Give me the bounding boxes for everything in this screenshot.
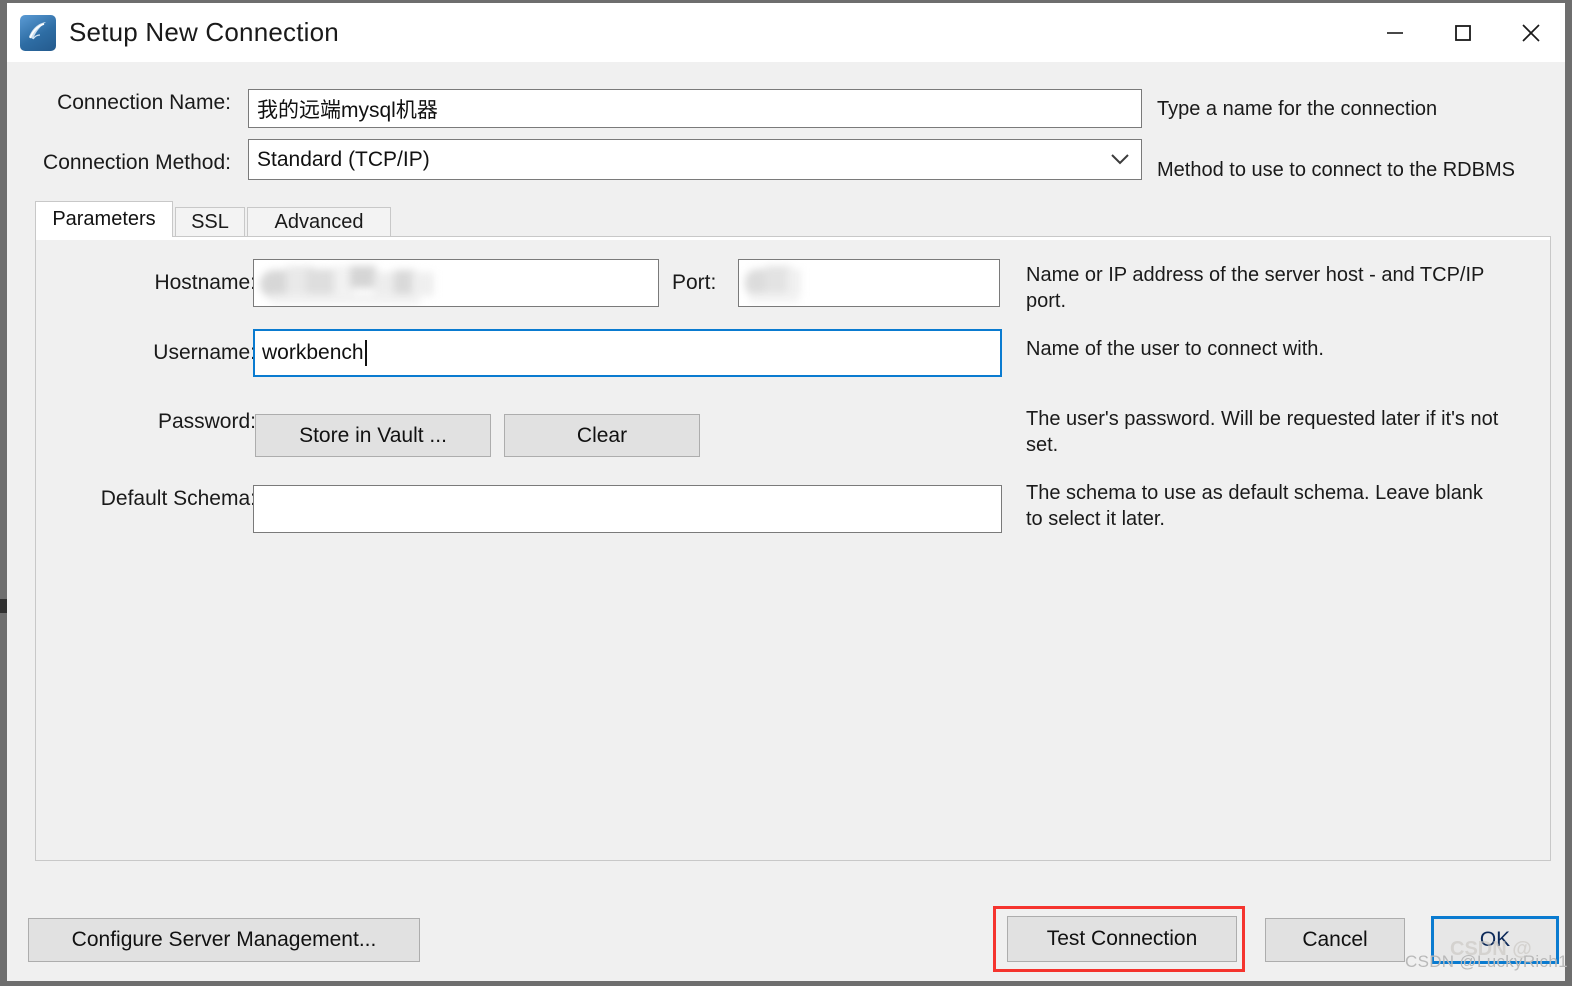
minimize-button[interactable] [1361,3,1429,62]
tab-strip: Parameters SSL Advanced [35,201,1551,237]
setup-new-connection-dialog: Setup New Connection Connection Name: 我的… [0,0,1572,986]
username-hint: Name of the user to connect with. [1026,338,1324,360]
username-label: Username: [153,341,256,364]
tab-parameters[interactable]: Parameters [35,201,173,237]
connection-name-hint: Type a name for the connection [1157,98,1438,120]
connection-name-input[interactable]: 我的远端mysql机器 [248,89,1142,128]
close-button[interactable] [1497,3,1565,62]
connection-method-value: Standard (TCP/IP) [257,147,430,171]
username-value: workbench [262,341,364,364]
configure-server-management-button[interactable]: Configure Server Management... [28,918,420,962]
test-connection-button[interactable]: Test Connection [1007,916,1237,962]
cancel-button[interactable]: Cancel [1265,918,1405,962]
watermark-text: CSDN @LuckyRich1 [1405,952,1568,971]
default-schema-label: Default Schema: [100,487,256,510]
hostname-hint: Name or IP address of the server host - … [1026,264,1484,312]
hostname-label: Hostname: [154,271,256,294]
port-label: Port: [672,271,717,294]
connection-method-select[interactable]: Standard (TCP/IP) [248,139,1142,180]
store-in-vault-button[interactable]: Store in Vault ... [255,414,491,457]
connection-method-label: Connection Method: [43,151,231,174]
hostname-input[interactable] [253,259,659,307]
password-label: Password: [157,410,256,433]
hostname-redaction [254,260,658,306]
connection-name-label: Connection Name: [57,91,231,114]
window-edge-notch [0,599,7,613]
window-title: Setup New Connection [69,17,339,47]
title-bar: Setup New Connection [7,3,1565,62]
mysql-workbench-dolphin-icon [20,14,56,51]
window-controls [1361,3,1565,62]
parameters-panel: Hostname: Port: Name or IP address of th… [35,236,1551,861]
port-input[interactable] [738,259,1000,307]
chevron-down-icon [1109,148,1131,172]
clear-password-button[interactable]: Clear [504,414,700,457]
tab-ssl[interactable]: SSL [175,207,245,237]
text-caret [364,340,367,366]
maximize-button[interactable] [1429,3,1497,62]
default-schema-hint: The schema to use as default schema. Lea… [1026,482,1483,530]
default-schema-input[interactable] [253,485,1002,533]
panel-top-highlight [36,237,1550,240]
connection-method-hint: Method to use to connect to the RDBMS [1157,159,1515,181]
tab-advanced[interactable]: Advanced [247,207,391,237]
port-redaction [739,260,999,306]
password-hint: The user's password. Will be requested l… [1026,408,1499,456]
username-input[interactable]: workbench [253,329,1002,377]
